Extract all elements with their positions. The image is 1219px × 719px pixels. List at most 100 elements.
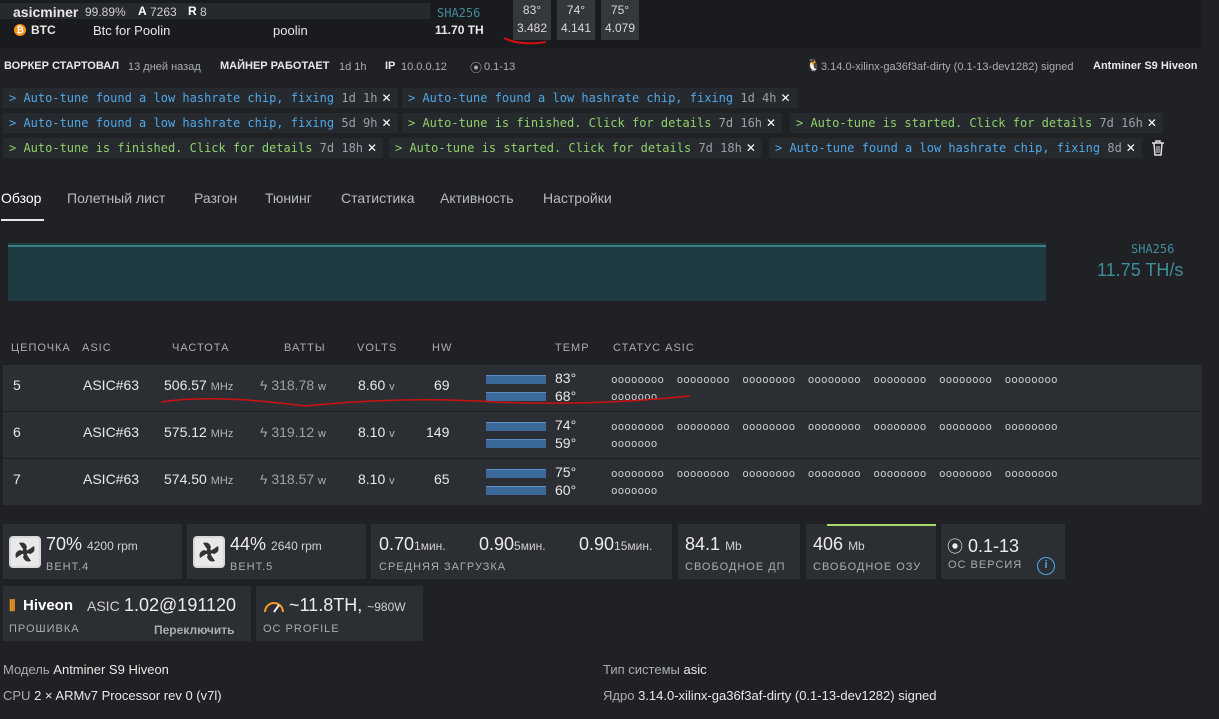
- load-label: СРЕДНЯЯ ЗАГРУЗКА: [379, 561, 507, 573]
- close-icon[interactable]: ✕: [381, 116, 391, 130]
- volts-unit: v: [389, 428, 395, 440]
- close-icon[interactable]: ✕: [746, 141, 756, 155]
- oc-watts: ~980W: [367, 600, 406, 614]
- firmware-card: ⦀ Hiveon ASIC 1.02@191120 ПРОШИВКА Перек…: [3, 586, 251, 641]
- asic-status-line: ooooooo: [611, 437, 658, 450]
- load-15min-unit: 15мин.: [614, 539, 653, 553]
- frequency-unit: MHz: [210, 428, 234, 440]
- accepted-value: 7263: [150, 5, 177, 19]
- temp-bar: [486, 486, 546, 495]
- watts-value: 319.12: [271, 424, 315, 440]
- model-info: Модель Antminer S9 Hiveon: [3, 662, 169, 677]
- fan4-card: 70% 4200 rpm ВЕНТ.4: [3, 524, 182, 579]
- lightning-icon: ϟ: [260, 424, 268, 440]
- table-row[interactable]: 7 ASIC#63 574.50 MHz ϟ 318.57 w 8.10 v 6…: [3, 459, 1202, 505]
- trash-icon[interactable]: [1150, 139, 1166, 157]
- hw-errors: 65: [434, 471, 450, 487]
- message-text: > Auto-tune is started. Click for detail…: [395, 141, 692, 155]
- table-row[interactable]: 6 ASIC#63 575.12 MHz ϟ 319.12 w 8.10 v 1…: [3, 412, 1202, 458]
- message-chip[interactable]: > Auto-tune found a low hashrate chip, f…: [769, 138, 1142, 158]
- temp-col-3: 75° 4.079: [601, 0, 639, 40]
- fan4-label: ВЕНТ.4: [46, 561, 90, 573]
- load-15min: 0.90: [579, 534, 615, 554]
- volts-unit: v: [389, 475, 395, 487]
- watts-unit: w: [318, 475, 326, 487]
- chain-rate: 4.079: [604, 21, 636, 35]
- fan5-rpm: 2640 rpm: [271, 539, 322, 553]
- chain-rate: 4.141: [560, 21, 592, 35]
- wallet-name[interactable]: Btc for Poolin: [93, 23, 170, 38]
- message-chip[interactable]: > Auto-tune is finished. Click for detai…: [3, 138, 384, 158]
- message-text: > Auto-tune is finished. Click for detai…: [9, 141, 313, 155]
- asic-status: oooooooo oooooooo oooooooo oooooooo oooo…: [611, 418, 1171, 452]
- chart-hashrate: 11.75 TH/s: [1097, 260, 1184, 280]
- tab-flight-sheet[interactable]: Полетный лист: [67, 190, 165, 206]
- message-chip[interactable]: > Auto-tune is started. Click for detail…: [389, 138, 762, 158]
- message-chip[interactable]: > Auto-tune found a low hashrate chip, f…: [3, 113, 398, 133]
- free-ram-label: СВОБОДНОЕ ОЗУ: [813, 561, 922, 573]
- tab-tuning[interactable]: Тюнинг: [265, 190, 312, 206]
- firmware-brand: Hiveon: [23, 597, 74, 614]
- volts-value: 8.10: [358, 424, 386, 440]
- load-5min: 0.90: [479, 534, 515, 554]
- coin-label: BTC: [31, 23, 56, 37]
- close-icon[interactable]: ✕: [766, 116, 776, 130]
- miner-running-value: 1d 1h: [339, 61, 367, 73]
- hashrate-chart[interactable]: [8, 243, 1046, 301]
- chain-number: 5: [13, 377, 21, 393]
- system-type-info: Тип системы asic: [603, 662, 707, 677]
- switch-firmware-link[interactable]: Переключить: [154, 623, 234, 637]
- tab-settings[interactable]: Настройки: [543, 190, 612, 206]
- close-icon[interactable]: ✕: [1126, 141, 1136, 155]
- model-value: Antminer S9 Hiveon: [53, 662, 169, 677]
- tab-overclock[interactable]: Разгон: [194, 190, 237, 206]
- temp-value: 75°: [610, 3, 630, 17]
- os-version-value: 0.1-13: [968, 536, 1020, 556]
- ip-value: 10.0.0.12: [401, 61, 447, 73]
- ram-usage-bar: [827, 524, 936, 526]
- message-chip[interactable]: > Auto-tune found a low hashrate chip, f…: [402, 88, 797, 108]
- kernel-info: Ядро 3.14.0-xilinx-ga36f3af-dirty (0.1-1…: [603, 688, 937, 703]
- ip-label: IP: [385, 60, 396, 72]
- hashrate-line: [8, 245, 1046, 247]
- active-tab-indicator: [1, 219, 44, 221]
- fan5-card: 44% 2640 rpm ВЕНТ.5: [187, 524, 366, 579]
- close-icon[interactable]: ✕: [381, 91, 391, 105]
- annotation-underline: [503, 37, 547, 45]
- linux-icon: 🐧: [806, 58, 821, 72]
- firmware-version: 1.02@191120: [124, 595, 237, 615]
- message-time: 7d 16h: [718, 116, 763, 130]
- hive-os-icon: ⦿: [947, 539, 964, 556]
- info-icon[interactable]: i: [1037, 557, 1055, 575]
- worker-header: asicminer 99.89% A 7263 R 8 ₿ BTC Btc fo…: [0, 0, 1202, 48]
- tab-statistics[interactable]: Статистика: [341, 190, 415, 206]
- close-icon[interactable]: ✕: [780, 91, 790, 105]
- header-algo: SHA256: [437, 6, 481, 20]
- temp-bar: [486, 439, 546, 448]
- tab-overview[interactable]: Обзор: [1, 190, 41, 206]
- tab-activity[interactable]: Активность: [440, 190, 514, 206]
- oc-profile-label: OC PROFILE: [263, 623, 340, 635]
- rejected-label: R: [188, 4, 197, 18]
- message-chip[interactable]: > Auto-tune is started. Click for detail…: [790, 113, 1163, 133]
- worker-started-value: 13 дней назад: [128, 61, 201, 73]
- message-chip[interactable]: > Auto-tune is finished. Click for detai…: [402, 113, 783, 133]
- worker-name[interactable]: asicminer: [13, 4, 78, 20]
- chip-temp: 59°: [555, 435, 577, 451]
- pool-name[interactable]: poolin: [273, 23, 308, 38]
- close-icon[interactable]: ✕: [367, 141, 377, 155]
- message-text: > Auto-tune is started. Click for detail…: [796, 116, 1093, 130]
- temp-col-2: 74° 4.141: [557, 0, 595, 40]
- col-volts: VOLTS: [357, 342, 398, 354]
- volts-value: 8.10: [358, 471, 386, 487]
- board-temp: 74°: [555, 417, 577, 433]
- board-temp: 83°: [555, 370, 577, 386]
- fan4-rpm: 4200 rpm: [87, 539, 138, 553]
- close-icon[interactable]: ✕: [1147, 116, 1157, 130]
- message-time: 5d 9h: [341, 116, 378, 130]
- message-chip[interactable]: > Auto-tune found a low hashrate chip, f…: [3, 88, 398, 108]
- system-type-label: Тип системы: [603, 662, 680, 677]
- oc-profile-card: ~11.8TH, ~980W OC PROFILE: [256, 586, 423, 641]
- os-version-label: ОС ВЕРСИЯ: [948, 559, 1023, 571]
- asic-count: ASIC#63: [83, 471, 140, 487]
